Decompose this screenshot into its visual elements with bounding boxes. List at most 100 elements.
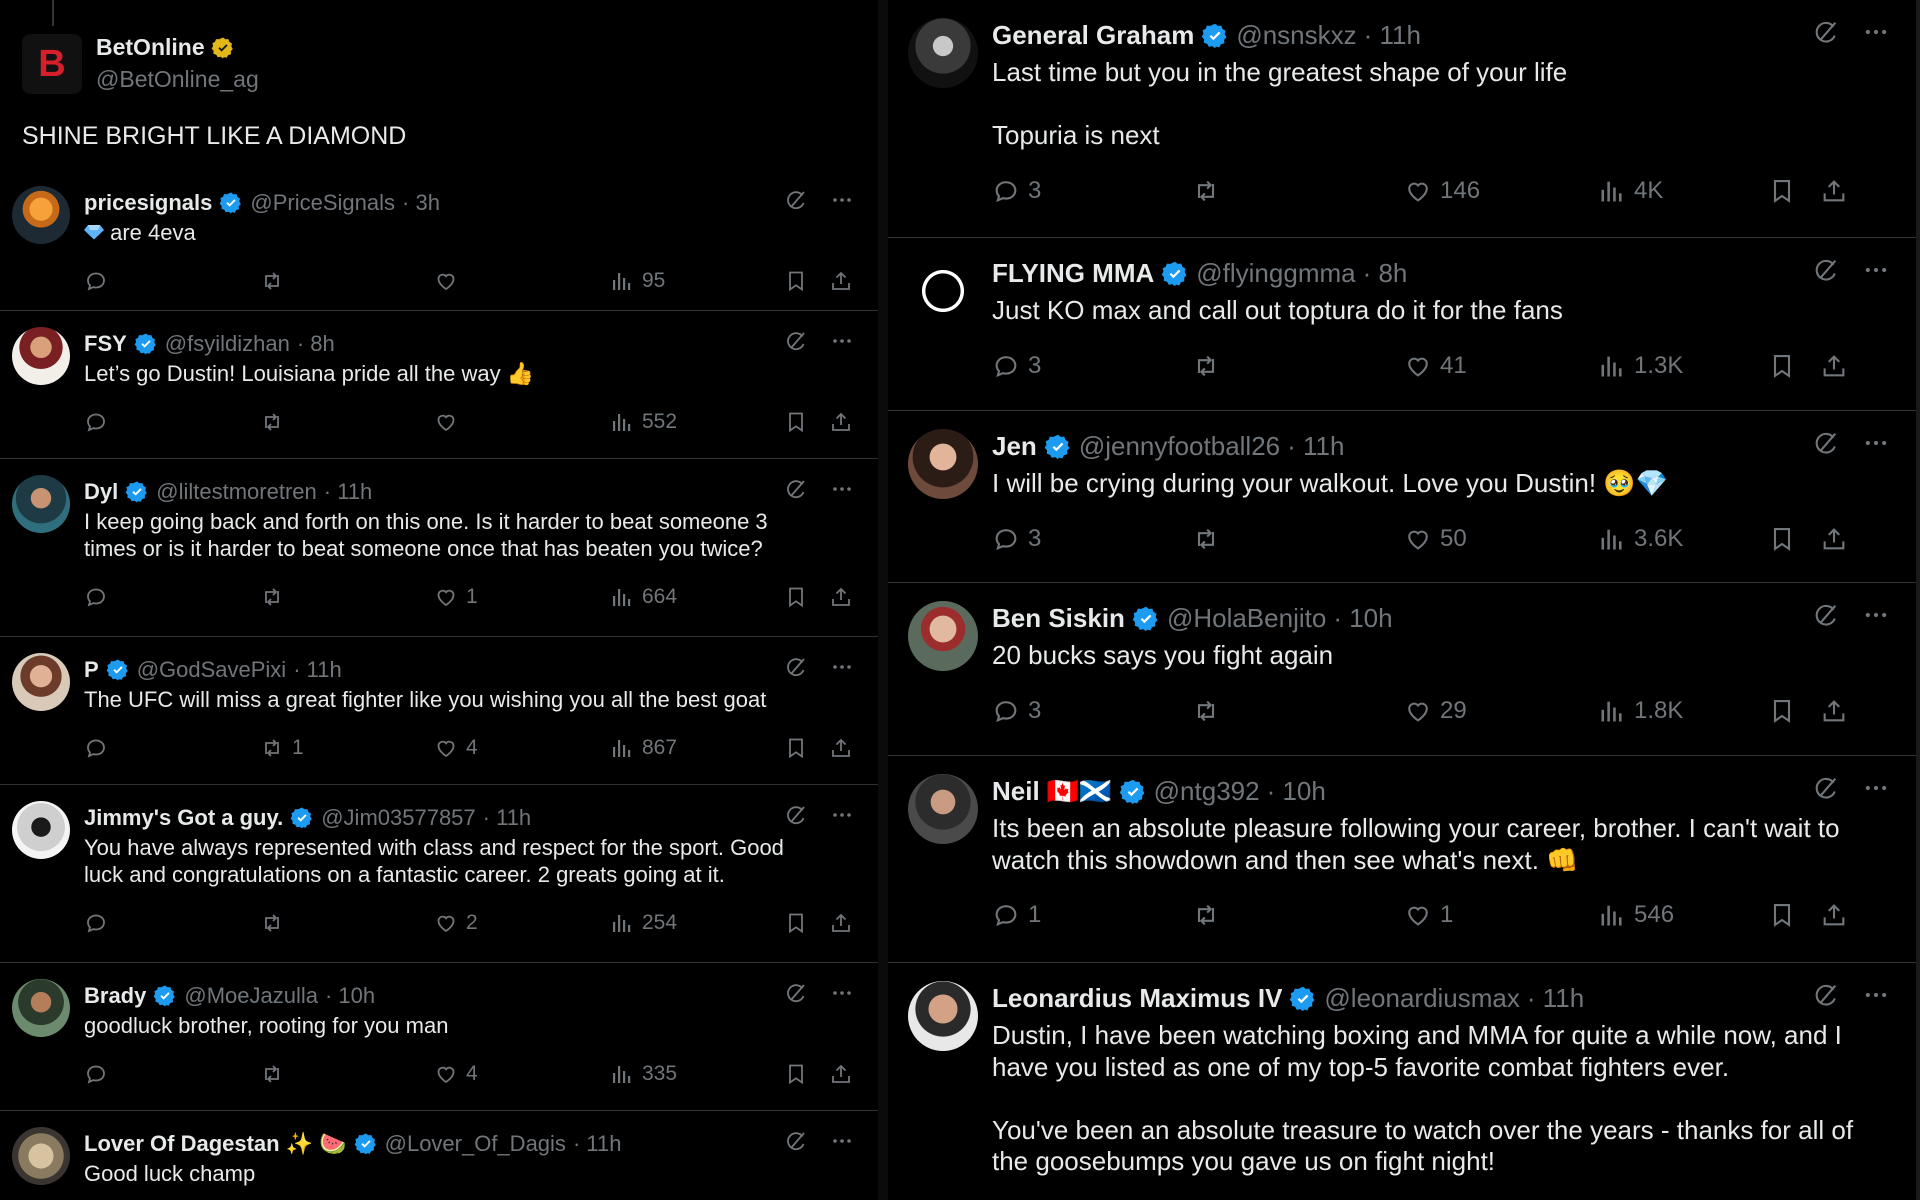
like-button[interactable]: 50 <box>1404 525 1467 553</box>
like-button[interactable]: 41 <box>1404 352 1467 380</box>
reply-post[interactable]: Jimmy's Got a guy. @Jim03577857 · 11h You h… <box>0 785 878 963</box>
author-handle[interactable]: @BetOnline_ag <box>96 66 259 93</box>
avatar[interactable] <box>12 653 70 711</box>
grok-icon[interactable] <box>784 188 808 212</box>
more-icon[interactable] <box>1862 774 1890 802</box>
views-button[interactable]: 1.8K <box>1598 697 1683 725</box>
bookmark-button[interactable] <box>1768 901 1796 929</box>
scrollbar-track[interactable] <box>1916 0 1920 1200</box>
bookmark-button[interactable] <box>1768 525 1796 553</box>
retweet-button[interactable] <box>1192 525 1228 553</box>
views-button[interactable]: 4K <box>1598 177 1663 205</box>
like-button[interactable] <box>434 269 466 293</box>
post-time[interactable]: · 8h <box>1363 258 1408 289</box>
grok-icon[interactable] <box>1812 774 1840 802</box>
author-name[interactable]: Brady <box>84 983 146 1009</box>
grok-icon[interactable] <box>784 329 808 353</box>
author-name[interactable]: FLYING MMA <box>992 258 1154 289</box>
grok-icon[interactable] <box>1812 256 1840 284</box>
grok-icon[interactable] <box>784 655 808 679</box>
post-time[interactable]: · 11h <box>293 657 342 683</box>
grok-icon[interactable] <box>1812 981 1840 1009</box>
grok-icon[interactable] <box>1812 429 1840 457</box>
views-button[interactable]: 867 <box>610 736 677 760</box>
post-time[interactable]: · 3h <box>402 190 440 216</box>
author-name[interactable]: FSY <box>84 331 127 357</box>
retweet-button[interactable] <box>260 585 292 609</box>
bookmark-button[interactable] <box>1768 352 1796 380</box>
share-button[interactable] <box>1820 901 1848 929</box>
like-button[interactable]: 1 <box>434 585 478 609</box>
share-button[interactable] <box>829 1062 853 1086</box>
reply-button[interactable]: 3 <box>992 352 1041 380</box>
more-icon[interactable] <box>830 981 854 1005</box>
bookmark-button[interactable] <box>784 736 808 760</box>
reply-post[interactable]: FSY @fsyildizhan · 8h Let’s go Dustin! Loui… <box>0 311 878 459</box>
author-name[interactable]: Jen <box>992 431 1037 462</box>
more-icon[interactable] <box>1862 981 1890 1009</box>
post-time[interactable]: · 8h <box>297 331 335 357</box>
retweet-button[interactable] <box>1192 177 1228 205</box>
more-icon[interactable] <box>830 803 854 827</box>
post-time[interactable]: · 10h <box>1333 603 1392 634</box>
like-button[interactable]: 2 <box>434 911 478 935</box>
author-handle[interactable]: @liltestmoretren <box>156 479 317 505</box>
avatar[interactable] <box>908 18 978 88</box>
post-time[interactable]: · 11h <box>324 479 373 505</box>
post-time[interactable]: · 11h <box>573 1131 622 1157</box>
grok-icon[interactable] <box>784 981 808 1005</box>
views-button[interactable]: 552 <box>610 410 677 434</box>
avatar[interactable]: B <box>22 34 82 94</box>
reply-post[interactable]: pricesignals @PriceSignals · 3h are 4eva 95 <box>0 170 878 311</box>
avatar[interactable] <box>12 801 70 859</box>
like-button[interactable] <box>434 410 466 434</box>
reply-button[interactable] <box>84 911 116 935</box>
more-icon[interactable] <box>830 329 854 353</box>
author-handle[interactable]: @GodSavePixi <box>137 657 287 683</box>
like-button[interactable]: 4 <box>434 736 478 760</box>
share-button[interactable] <box>829 911 853 935</box>
more-icon[interactable] <box>830 1129 854 1153</box>
retweet-button[interactable] <box>1192 697 1228 725</box>
reply-button[interactable] <box>84 585 116 609</box>
more-icon[interactable] <box>1862 601 1890 629</box>
author-name[interactable]: Neil 🇨🇦🏴󠁧󠁢󠁳󠁣󠁴󠁿 <box>992 776 1112 807</box>
bookmark-button[interactable] <box>1768 697 1796 725</box>
more-icon[interactable] <box>1862 18 1890 46</box>
avatar[interactable] <box>12 327 70 385</box>
bookmark-button[interactable] <box>784 269 808 293</box>
bookmark-button[interactable] <box>1768 177 1796 205</box>
reply-post[interactable]: FLYING MMA @flyinggmma · 8h Just KO max and… <box>888 238 1920 411</box>
more-icon[interactable] <box>1862 256 1890 284</box>
reply-post[interactable]: P @GodSavePixi · 11h The UFC will miss a gr… <box>0 637 878 785</box>
avatar[interactable] <box>12 186 70 244</box>
bookmark-button[interactable] <box>784 585 808 609</box>
author-name[interactable]: pricesignals <box>84 190 212 216</box>
post-time[interactable]: · 11h <box>1364 20 1421 51</box>
reply-button[interactable]: 3 <box>992 525 1041 553</box>
retweet-button[interactable] <box>260 410 292 434</box>
retweet-button[interactable] <box>260 1062 292 1086</box>
reply-button[interactable]: 1 <box>992 901 1041 929</box>
share-button[interactable] <box>1820 352 1848 380</box>
bookmark-button[interactable] <box>784 1062 808 1086</box>
avatar[interactable] <box>908 256 978 326</box>
more-icon[interactable] <box>830 477 854 501</box>
avatar[interactable] <box>908 601 978 671</box>
author-handle[interactable]: @HolaBenjito <box>1167 603 1326 634</box>
grok-icon[interactable] <box>1812 18 1840 46</box>
retweet-button[interactable] <box>1192 352 1228 380</box>
views-button[interactable]: 546 <box>1598 901 1674 929</box>
author-name[interactable]: P <box>84 657 99 683</box>
original-post[interactable]: B BetOnline @BetOnline_ag SHINE BRIGHT L… <box>0 0 878 170</box>
post-time[interactable]: · 10h <box>325 983 375 1009</box>
reply-button[interactable]: 3 <box>992 177 1041 205</box>
like-button[interactable]: 4 <box>434 1062 478 1086</box>
avatar[interactable] <box>12 979 70 1037</box>
author-handle[interactable]: @fsyildizhan <box>165 331 290 357</box>
more-icon[interactable] <box>830 655 854 679</box>
post-time[interactable]: · 10h <box>1267 776 1326 807</box>
author-name[interactable]: Jimmy's Got a guy. <box>84 805 283 831</box>
retweet-button[interactable] <box>260 269 292 293</box>
views-button[interactable]: 254 <box>610 911 677 935</box>
